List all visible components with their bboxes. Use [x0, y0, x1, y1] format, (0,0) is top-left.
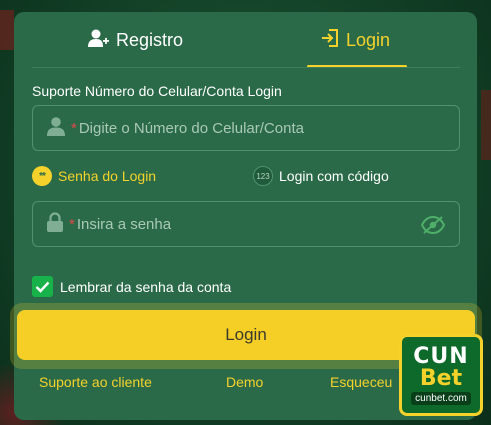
logo-text-bet: Bet — [419, 365, 463, 391]
logo-domain: cunbet.com — [411, 391, 471, 405]
password-input[interactable]: * Insira a senha — [32, 201, 460, 247]
check-icon — [35, 281, 50, 293]
password-mode-badge: ** — [32, 166, 52, 186]
code-mode-badge: 123 — [253, 166, 273, 186]
login-mode-password[interactable]: ** Senha do Login — [32, 166, 156, 186]
logo-text-cun: CUN — [413, 343, 469, 369]
user-icon — [47, 116, 65, 141]
account-input[interactable]: * Digite o Número do Celular/Conta — [32, 105, 460, 151]
cunbet-logo: CUN Bet cunbet.com — [399, 334, 483, 416]
tab-login[interactable]: Login — [320, 28, 390, 52]
remember-password-label: Lembrar da senha da conta — [60, 278, 232, 295]
remember-password-checkbox[interactable]: Lembrar da senha da conta — [32, 276, 231, 297]
account-field-label: Suporte Número do Celular/Conta Login — [32, 83, 282, 99]
background-decoration — [0, 10, 14, 50]
required-asterisk: * — [69, 215, 75, 233]
add-user-icon — [88, 28, 110, 53]
login-door-icon — [320, 28, 340, 53]
password-input-placeholder: Insira a senha — [76, 215, 172, 233]
login-mode-code-label: Login com código — [279, 168, 389, 184]
checkbox-checked — [32, 276, 53, 297]
login-mode-password-label: Senha do Login — [58, 168, 157, 184]
tab-register-label: Registro — [116, 29, 184, 50]
lock-icon — [47, 211, 63, 237]
forgot-password-link[interactable]: Esqueceu — [330, 374, 392, 390]
eye-off-icon[interactable] — [420, 215, 446, 240]
required-asterisk: * — [71, 119, 77, 137]
demo-link[interactable]: Demo — [226, 374, 263, 390]
support-link[interactable]: Suporte ao cliente — [39, 374, 152, 390]
login-mode-code[interactable]: 123 Login com código — [253, 166, 389, 186]
tab-login-label: Login — [346, 29, 391, 50]
tab-register[interactable]: Registro — [88, 28, 183, 52]
auth-tabs: Registro Login — [14, 12, 477, 68]
tabs-divider — [32, 67, 460, 68]
background-decoration — [481, 90, 491, 160]
account-input-placeholder: Digite o Número do Celular/Conta — [78, 119, 304, 137]
